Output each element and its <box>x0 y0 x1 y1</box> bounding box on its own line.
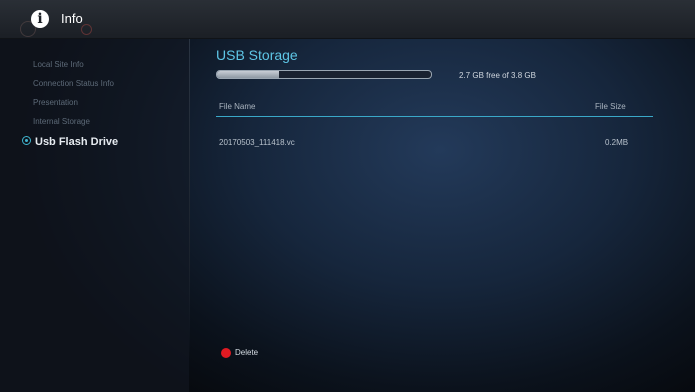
sidebar-item-label: Presentation <box>33 98 78 107</box>
sidebar-item-label: Local Site Info <box>33 60 84 69</box>
top-bar: i Info <box>0 0 695 39</box>
red-button-icon <box>221 348 231 358</box>
sidebar-item-connection-status-info[interactable]: Connection Status Info <box>33 79 114 88</box>
storage-usage-bar <box>216 70 432 79</box>
info-icon: i <box>31 10 49 28</box>
table-header-divider <box>216 116 653 117</box>
selected-indicator-icon <box>22 136 31 145</box>
column-header-file-size: File Size <box>595 102 626 111</box>
sidebar-item-local-site-info[interactable]: Local Site Info <box>33 60 84 69</box>
sidebar-item-label: Internal Storage <box>33 117 90 126</box>
panel-divider <box>189 39 190 359</box>
storage-usage-text: 2.7 GB free of 3.8 GB <box>459 71 536 80</box>
sidebar-item-label: Connection Status Info <box>33 79 114 88</box>
section-title: USB Storage <box>216 47 298 63</box>
delete-button-label: Delete <box>235 348 259 357</box>
page-title: Info <box>61 11 83 26</box>
sidebar-item-usb-flash-drive[interactable]: Usb Flash Drive <box>22 136 118 148</box>
file-size-cell: 0.2MB <box>605 138 629 147</box>
sidebar-item-label: Usb Flash Drive <box>35 136 119 148</box>
file-name-cell: 20170503_111418.vc <box>219 138 295 147</box>
sidebar-item-presentation[interactable]: Presentation <box>33 98 78 107</box>
storage-usage-fill <box>217 71 280 78</box>
tv-screen: i Info Local Site Info Connection Status… <box>0 0 695 392</box>
sidebar-item-internal-storage[interactable]: Internal Storage <box>33 117 90 126</box>
sidebar: Local Site Info Connection Status Info P… <box>0 39 189 392</box>
column-header-file-name: File Name <box>219 102 256 111</box>
